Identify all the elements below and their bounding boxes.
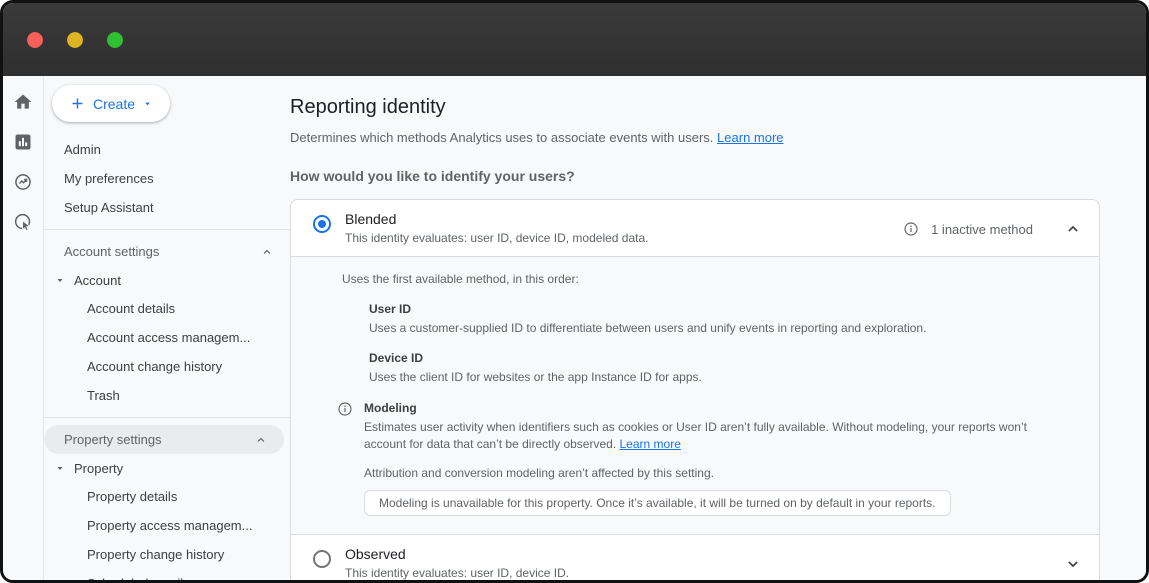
sidebar-divider bbox=[44, 417, 290, 418]
learn-more-link[interactable]: Learn more bbox=[717, 130, 783, 145]
explore-icon[interactable] bbox=[13, 172, 33, 192]
sidebar-item-label: Setup Assistant bbox=[64, 200, 154, 215]
details-intro: Uses the first available method, in this… bbox=[337, 272, 1059, 286]
observed-texts: Observed This identity evaluates: user I… bbox=[345, 546, 569, 580]
sidebar-item-trash[interactable]: Trash bbox=[44, 381, 290, 410]
main-panel: Reporting identity Determines which meth… bbox=[290, 76, 1146, 580]
sidebar-tree-property[interactable]: Property bbox=[44, 454, 290, 482]
chevron-up-icon bbox=[254, 433, 268, 447]
sidebar-item-property-access-management[interactable]: Property access managem... bbox=[44, 511, 290, 540]
close-window-icon[interactable] bbox=[27, 32, 43, 48]
observed-right-group bbox=[1045, 546, 1083, 574]
sidebar-item-admin[interactable]: Admin bbox=[44, 135, 290, 164]
sidebar-item-label: Scheduled emails bbox=[87, 576, 190, 580]
modeling-learn-more-link[interactable]: Learn more bbox=[620, 437, 681, 451]
sidebar-item-account-change-history[interactable]: Account change history bbox=[44, 352, 290, 381]
traffic-lights bbox=[27, 32, 123, 48]
sidebar-item-my-preferences[interactable]: My preferences bbox=[44, 164, 290, 193]
sidebar-tree-account[interactable]: Account bbox=[44, 266, 290, 294]
sidebar-item-setup-assistant[interactable]: Setup Assistant bbox=[44, 193, 290, 222]
modeling-unavailable-alert: Modeling is unavailable for this propert… bbox=[364, 490, 951, 516]
observed-radio[interactable] bbox=[313, 550, 331, 568]
sidebar-item-label: Account change history bbox=[87, 359, 222, 374]
sidebar-item-account-access-management[interactable]: Account access managem... bbox=[44, 323, 290, 352]
expand-observed-chevron-down-icon[interactable] bbox=[1063, 554, 1083, 574]
app-window: Create Admin My preferences Setup Assist… bbox=[0, 0, 1149, 583]
modeling-description-text: Estimates user activity when identifiers… bbox=[364, 420, 1027, 450]
blended-description: This identity evaluates: user ID, device… bbox=[345, 231, 649, 245]
create-button[interactable]: Create bbox=[52, 85, 170, 122]
chevron-down-icon bbox=[142, 98, 153, 109]
admin-sidebar: Create Admin My preferences Setup Assist… bbox=[44, 76, 290, 580]
content-area: Create Admin My preferences Setup Assist… bbox=[3, 76, 1146, 580]
method-description: Uses the client ID for websites or the a… bbox=[369, 369, 1059, 385]
chevron-up-icon bbox=[260, 245, 274, 259]
method-device-id: Device ID Uses the client ID for website… bbox=[369, 351, 1059, 385]
modeling-note: Attribution and conversion modeling aren… bbox=[364, 466, 1040, 480]
section-label: Property settings bbox=[64, 432, 162, 447]
home-icon[interactable] bbox=[13, 92, 33, 112]
sidebar-section-account-settings[interactable]: Account settings bbox=[44, 237, 290, 266]
sidebar-item-label: Trash bbox=[87, 388, 120, 403]
method-name: Modeling bbox=[364, 401, 1040, 415]
method-modeling: Modeling Estimates user activity when id… bbox=[337, 401, 1059, 515]
sidebar-section-property-settings[interactable]: Property settings bbox=[44, 425, 284, 454]
blended-right-group: 1 inactive method bbox=[903, 211, 1083, 239]
section-label: Account settings bbox=[64, 244, 159, 259]
modeling-body: Modeling Estimates user activity when id… bbox=[364, 401, 1040, 515]
collapse-blended-chevron-up-icon[interactable] bbox=[1063, 219, 1083, 239]
identify-users-question: How would you like to identify your user… bbox=[290, 168, 1100, 184]
info-icon bbox=[337, 401, 353, 417]
title-bar bbox=[3, 3, 1146, 76]
method-name: Device ID bbox=[369, 351, 1059, 365]
page-subtitle-text: Determines which methods Analytics uses … bbox=[290, 130, 713, 145]
sidebar-item-scheduled-emails[interactable]: Scheduled emails bbox=[44, 569, 290, 580]
blended-label: Blended bbox=[345, 211, 649, 227]
tree-label: Account bbox=[74, 273, 121, 288]
sidebar-item-label: Admin bbox=[64, 142, 101, 157]
sidebar-item-property-change-history[interactable]: Property change history bbox=[44, 540, 290, 569]
sidebar-item-label: Account details bbox=[87, 301, 175, 316]
tree-label: Property bbox=[74, 461, 123, 476]
sidebar-divider bbox=[44, 229, 290, 230]
info-icon[interactable] bbox=[903, 221, 919, 237]
inactive-method-badge: 1 inactive method bbox=[931, 222, 1033, 237]
method-list: User ID Uses a customer-supplied ID to d… bbox=[369, 302, 1059, 385]
blended-radio[interactable] bbox=[313, 215, 331, 233]
reporting-identity-card: Blended This identity evaluates: user ID… bbox=[290, 199, 1100, 580]
blended-details-panel: Uses the first available method, in this… bbox=[291, 256, 1099, 534]
sidebar-nav: Admin My preferences Setup Assistant Acc… bbox=[44, 135, 290, 580]
observed-label: Observed bbox=[345, 546, 569, 562]
sidebar-item-label: Property change history bbox=[87, 547, 224, 562]
create-button-label: Create bbox=[93, 96, 135, 112]
caret-down-icon bbox=[54, 462, 66, 474]
zoom-window-icon[interactable] bbox=[107, 32, 123, 48]
observed-description: This identity evaluates: user ID, device… bbox=[345, 566, 569, 580]
page-title: Reporting identity bbox=[290, 96, 1100, 119]
minimize-window-icon[interactable] bbox=[67, 32, 83, 48]
sidebar-item-label: Property details bbox=[87, 489, 177, 504]
sidebar-item-label: Account access managem... bbox=[87, 330, 250, 345]
observed-option-row[interactable]: Observed This identity evaluates: user I… bbox=[291, 534, 1099, 580]
method-description: Estimates user activity when identifiers… bbox=[364, 419, 1040, 451]
page-subtitle: Determines which methods Analytics uses … bbox=[290, 130, 1100, 145]
caret-down-icon bbox=[54, 274, 66, 286]
reports-icon[interactable] bbox=[13, 132, 33, 152]
sidebar-item-label: My preferences bbox=[64, 171, 154, 186]
plus-icon bbox=[69, 95, 86, 112]
blended-texts: Blended This identity evaluates: user ID… bbox=[345, 211, 649, 245]
sidebar-item-account-details[interactable]: Account details bbox=[44, 294, 290, 323]
nav-rail bbox=[3, 76, 44, 580]
method-name: User ID bbox=[369, 302, 1059, 316]
blended-option-row[interactable]: Blended This identity evaluates: user ID… bbox=[291, 200, 1099, 256]
method-description: Uses a customer-supplied ID to different… bbox=[369, 320, 1059, 336]
method-user-id: User ID Uses a customer-supplied ID to d… bbox=[369, 302, 1059, 336]
sidebar-item-property-details[interactable]: Property details bbox=[44, 482, 290, 511]
advertising-icon[interactable] bbox=[13, 212, 33, 232]
sidebar-item-label: Property access managem... bbox=[87, 518, 252, 533]
